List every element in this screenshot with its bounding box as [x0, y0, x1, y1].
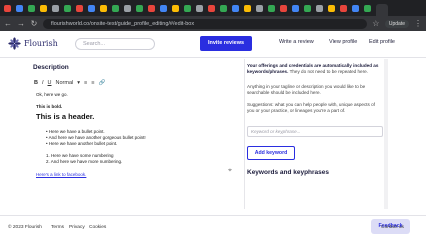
tab-favicon[interactable]: [244, 4, 251, 12]
cookies-link[interactable]: Cookies: [89, 225, 106, 230]
bullet-item: • Here we have another bullet point.: [46, 141, 118, 146]
keywords-title: Keywords and keyphrases: [247, 169, 330, 176]
chevron-down-icon[interactable]: ▾: [77, 80, 80, 86]
description-title: Description: [33, 64, 69, 71]
view-profile-link[interactable]: View profile: [329, 39, 357, 45]
tab-favicon[interactable]: [64, 4, 71, 12]
add-keyword-button[interactable]: Add keyword: [247, 146, 295, 160]
tab-favicon[interactable]: [316, 4, 323, 12]
tab-favicon[interactable]: [16, 4, 23, 12]
tab-favicon[interactable]: [52, 4, 59, 12]
mouse-cursor-icon: ⌖: [228, 167, 232, 174]
copyright-text: © 2023 Flourish: [8, 225, 42, 230]
reload-icon[interactable]: ↻: [30, 19, 38, 28]
column-divider: [244, 59, 245, 209]
invite-reviews-button[interactable]: Invite reviews: [200, 36, 252, 51]
page: Flourish Search... Invite reviews Write …: [0, 31, 426, 240]
tab-strip: [0, 0, 426, 16]
tab-favicon[interactable]: [160, 4, 167, 12]
tab-favicon[interactable]: [28, 4, 35, 12]
ordered-list-icon[interactable]: ≡: [84, 80, 87, 86]
tab-favicon[interactable]: [280, 4, 287, 12]
tab-favicon[interactable]: [196, 4, 203, 12]
tab-favicon[interactable]: [292, 4, 299, 12]
tab-favicon[interactable]: [112, 4, 119, 12]
browser-window: ← → ↻ flourishworld.co/onsite-test/guide…: [0, 0, 426, 240]
tab-favicon[interactable]: [364, 4, 371, 12]
tab-favicon[interactable]: [40, 4, 47, 12]
write-review-link[interactable]: Write a review: [279, 39, 314, 45]
link-icon[interactable]: 🔗: [98, 80, 105, 86]
editor-heading: This is a header.: [36, 112, 95, 121]
editor-bold-text: This is bold.: [36, 104, 63, 109]
edit-profile-link[interactable]: Edit profile: [369, 39, 395, 45]
auto-include-note: Your offerings and credentials are autom…: [247, 63, 385, 75]
tab-favicon[interactable]: [76, 4, 83, 12]
tagline-note-line: searchable should be included here.: [247, 90, 321, 95]
tab-favicon[interactable]: [352, 4, 359, 12]
tab-favicon[interactable]: [232, 4, 239, 12]
tab-favicon[interactable]: [136, 4, 143, 12]
star-icon[interactable]: ☆: [372, 19, 380, 28]
bold-button[interactable]: B: [34, 80, 38, 86]
tab-favicon[interactable]: [100, 4, 107, 12]
facebook-link[interactable]: Here's a link to facebook.: [36, 172, 86, 178]
top-navigation: Flourish Search... Invite reviews Write …: [0, 31, 426, 58]
tab-favicon[interactable]: [124, 4, 131, 12]
update-button[interactable]: Update: [384, 19, 409, 28]
tab-favicon[interactable]: [148, 4, 155, 12]
address-bar: ← → ↻ flourishworld.co/onsite-test/guide…: [0, 16, 426, 31]
editor-paragraph: Ok, here we go.: [36, 92, 68, 97]
tab-favicon[interactable]: [268, 4, 275, 12]
flourish-logo-icon: [8, 37, 21, 50]
tab-favicon[interactable]: [304, 4, 311, 12]
panel-scrollbar[interactable]: [384, 59, 388, 209]
tab-favicon[interactable]: [328, 4, 335, 12]
footer: © 2023 Flourish Terms Privacy Cookies Co…: [0, 215, 426, 240]
tab-favicon[interactable]: [256, 4, 263, 12]
tab-favicon[interactable]: [340, 4, 347, 12]
search-input[interactable]: Search...: [75, 38, 155, 50]
underline-button[interactable]: U: [48, 80, 52, 86]
back-icon[interactable]: ←: [4, 19, 12, 28]
tab-favicon[interactable]: [88, 4, 95, 12]
logo[interactable]: Flourish: [8, 37, 58, 50]
numbered-item: 2. And here we have more numbering.: [46, 159, 123, 164]
auto-include-note-rest: They do not need to be repeated here.: [288, 69, 368, 74]
url-field[interactable]: flourishworld.co/onsite-test/guide_profi…: [43, 18, 367, 29]
active-tab[interactable]: [376, 4, 388, 16]
privacy-link[interactable]: Privacy: [69, 225, 85, 230]
suggestions-note-line: you or your practice, or lineages you're…: [247, 108, 346, 113]
tab-favicon[interactable]: [184, 4, 191, 12]
italic-button[interactable]: I: [42, 80, 44, 86]
style-select[interactable]: Normal: [56, 80, 74, 86]
forward-icon[interactable]: →: [17, 19, 25, 28]
menu-icon[interactable]: ⋮: [414, 19, 422, 28]
logo-text: Flourish: [24, 39, 58, 48]
tab-favicon[interactable]: [4, 4, 11, 12]
editor-toolbar: B I U Normal ▾ ≡ ≡ 🔗: [34, 78, 105, 87]
tab-favicon[interactable]: [208, 4, 215, 12]
contact-link[interactable]: Contact us: [381, 225, 404, 230]
bullet-list-icon[interactable]: ≡: [91, 80, 94, 86]
terms-link[interactable]: Terms: [51, 225, 64, 230]
tab-favicon[interactable]: [220, 4, 227, 12]
main-content: Description B I U Normal ▾ ≡ ≡ 🔗 Ok, her…: [0, 59, 426, 240]
keyword-input[interactable]: Keyword or keyphrase...: [247, 126, 383, 137]
tab-favicon[interactable]: [172, 4, 179, 12]
